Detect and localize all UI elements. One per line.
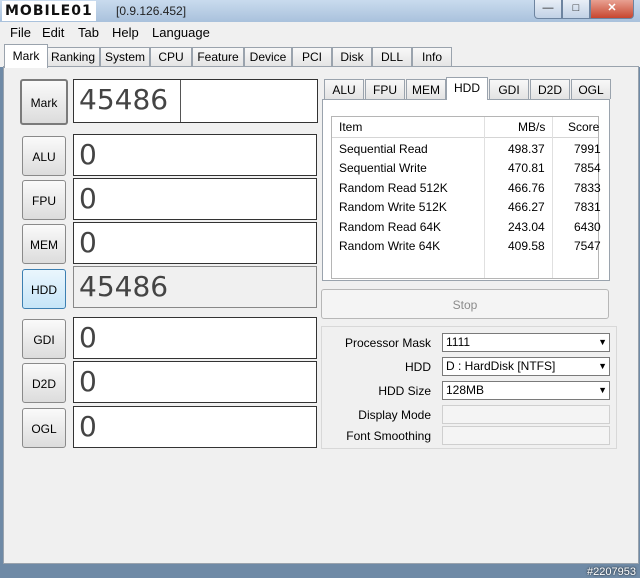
row-mbs: 466.76 <box>508 181 545 195</box>
mark-button[interactable]: Mark <box>20 79 68 125</box>
row-item: Sequential Read <box>339 142 428 156</box>
subtab-hdd[interactable]: HDD <box>446 77 488 100</box>
mark-score-field: 45486 <box>73 79 318 123</box>
gdi-score-field: 0 <box>73 317 317 359</box>
table-row[interactable]: Random Write 512K 466.27 7831 <box>332 198 601 217</box>
tab-pci[interactable]: PCI <box>292 47 332 67</box>
row-mbs: 498.37 <box>508 142 545 156</box>
row-score: 6430 <box>574 220 601 234</box>
tab-cpu[interactable]: CPU <box>150 47 192 67</box>
subtab-ogl[interactable]: OGL <box>571 79 611 99</box>
table-row[interactable]: Random Write 64K 409.58 7547 <box>332 237 601 256</box>
hdd-size-value: 128MB <box>446 383 485 397</box>
table-row[interactable]: Sequential Write 470.81 7854 <box>332 159 601 178</box>
row-item: Random Write 512K <box>339 200 447 214</box>
hdd-size-label: HDD Size <box>378 384 431 398</box>
row-item: Random Write 64K <box>339 239 441 253</box>
maximize-button[interactable]: □ <box>562 0 590 19</box>
menu-help[interactable]: Help <box>112 25 139 40</box>
mem-button[interactable]: MEM <box>22 224 66 264</box>
subtab-alu[interactable]: ALU <box>324 79 364 99</box>
table-row[interactable]: Sequential Read 498.37 7991 <box>332 140 601 159</box>
hdd-score-field: 45486 <box>73 266 317 308</box>
row-item: Random Read 512K <box>339 181 448 195</box>
alu-score-field: 0 <box>73 134 317 176</box>
display-mode-select <box>442 405 610 424</box>
main-tab-strip: Mark Ranking System CPU Feature Device P… <box>0 43 640 68</box>
hdd-select-label: HDD <box>405 360 431 374</box>
watermark-id: #2207953 <box>587 566 636 578</box>
table-row[interactable]: Random Read 512K 466.76 7833 <box>332 179 601 198</box>
display-mode-label: Display Mode <box>358 408 431 422</box>
row-score: 7854 <box>574 161 601 175</box>
stop-button[interactable]: Stop <box>321 289 609 319</box>
row-score: 7833 <box>574 181 601 195</box>
ogl-score-field: 0 <box>73 406 317 448</box>
subtab-d2d[interactable]: D2D <box>530 79 570 99</box>
d2d-button[interactable]: D2D <box>22 363 66 403</box>
menu-bar: File Edit Tab Help Language <box>0 22 640 43</box>
hdd-size-select[interactable]: 128MB ▼ <box>442 381 610 400</box>
hdd-button[interactable]: HDD <box>22 269 66 309</box>
table-row[interactable]: Random Read 64K 243.04 6430 <box>332 218 601 237</box>
subtab-mem[interactable]: MEM <box>406 79 446 99</box>
row-score: 7547 <box>574 239 601 253</box>
font-smoothing-select <box>442 426 610 445</box>
fpu-score-field: 0 <box>73 178 317 220</box>
watermark-logo: MOBILE01 <box>2 1 96 21</box>
gdi-button[interactable]: GDI <box>22 319 66 359</box>
chevron-down-icon: ▼ <box>598 337 607 347</box>
subtab-fpu[interactable]: FPU <box>365 79 405 99</box>
fpu-button[interactable]: FPU <box>22 180 66 220</box>
tab-ranking[interactable]: Ranking <box>46 47 100 67</box>
close-button[interactable]: ✕ <box>590 0 634 19</box>
chevron-down-icon: ▼ <box>598 361 607 371</box>
tab-info[interactable]: Info <box>412 47 452 67</box>
row-item: Random Read 64K <box>339 220 442 234</box>
ogl-button[interactable]: OGL <box>22 408 66 448</box>
column-mbs[interactable]: MB/s <box>518 117 545 137</box>
row-mbs: 470.81 <box>508 161 545 175</box>
row-item: Sequential Write <box>339 161 427 175</box>
row-mbs: 243.04 <box>508 220 545 234</box>
hdd-select[interactable]: D : HardDisk [NTFS] ▼ <box>442 357 610 376</box>
row-score: 7831 <box>574 200 601 214</box>
mark-score-value: 45486 <box>74 80 181 122</box>
hdd-select-value: D : HardDisk [NTFS] <box>446 359 556 373</box>
menu-tab[interactable]: Tab <box>78 25 99 40</box>
results-header: Item MB/s Score <box>332 117 599 138</box>
column-item[interactable]: Item <box>339 117 362 137</box>
tab-system[interactable]: System <box>100 47 150 67</box>
tab-dll[interactable]: DLL <box>372 47 412 67</box>
column-score[interactable]: Score <box>568 117 599 137</box>
tab-disk[interactable]: Disk <box>332 47 372 67</box>
processor-mask-value: 1111 <box>446 335 471 349</box>
font-smoothing-label: Font Smoothing <box>346 429 431 443</box>
chevron-down-icon: ▼ <box>598 385 607 395</box>
tab-feature[interactable]: Feature <box>192 47 244 67</box>
menu-edit[interactable]: Edit <box>42 25 64 40</box>
processor-mask-select[interactable]: 1111 ▼ <box>442 333 610 352</box>
window-title: [0.9.126.452] <box>116 4 187 18</box>
alu-button[interactable]: ALU <box>22 136 66 176</box>
row-mbs: 409.58 <box>508 239 545 253</box>
menu-language[interactable]: Language <box>152 25 210 40</box>
mem-score-field: 0 <box>73 222 317 264</box>
results-list[interactable]: Item MB/s Score Sequential Read 498.37 7… <box>331 116 601 279</box>
menu-file[interactable]: File <box>10 25 31 40</box>
tab-mark[interactable]: Mark <box>4 44 48 68</box>
d2d-score-field: 0 <box>73 361 317 403</box>
settings-group: Processor Mask 1111 ▼ HDD D : HardDisk [… <box>321 326 617 449</box>
processor-mask-label: Processor Mask <box>344 336 431 350</box>
subtab-gdi[interactable]: GDI <box>489 79 529 99</box>
row-score: 7991 <box>574 142 601 156</box>
title-bar: MOBILE01 [0.9.126.452] — □ ✕ <box>0 0 640 22</box>
row-mbs: 466.27 <box>508 200 545 214</box>
hdd-results-panel: Item MB/s Score Sequential Read 498.37 7… <box>322 99 610 281</box>
tab-device[interactable]: Device <box>244 47 292 67</box>
minimize-button[interactable]: — <box>534 0 562 19</box>
